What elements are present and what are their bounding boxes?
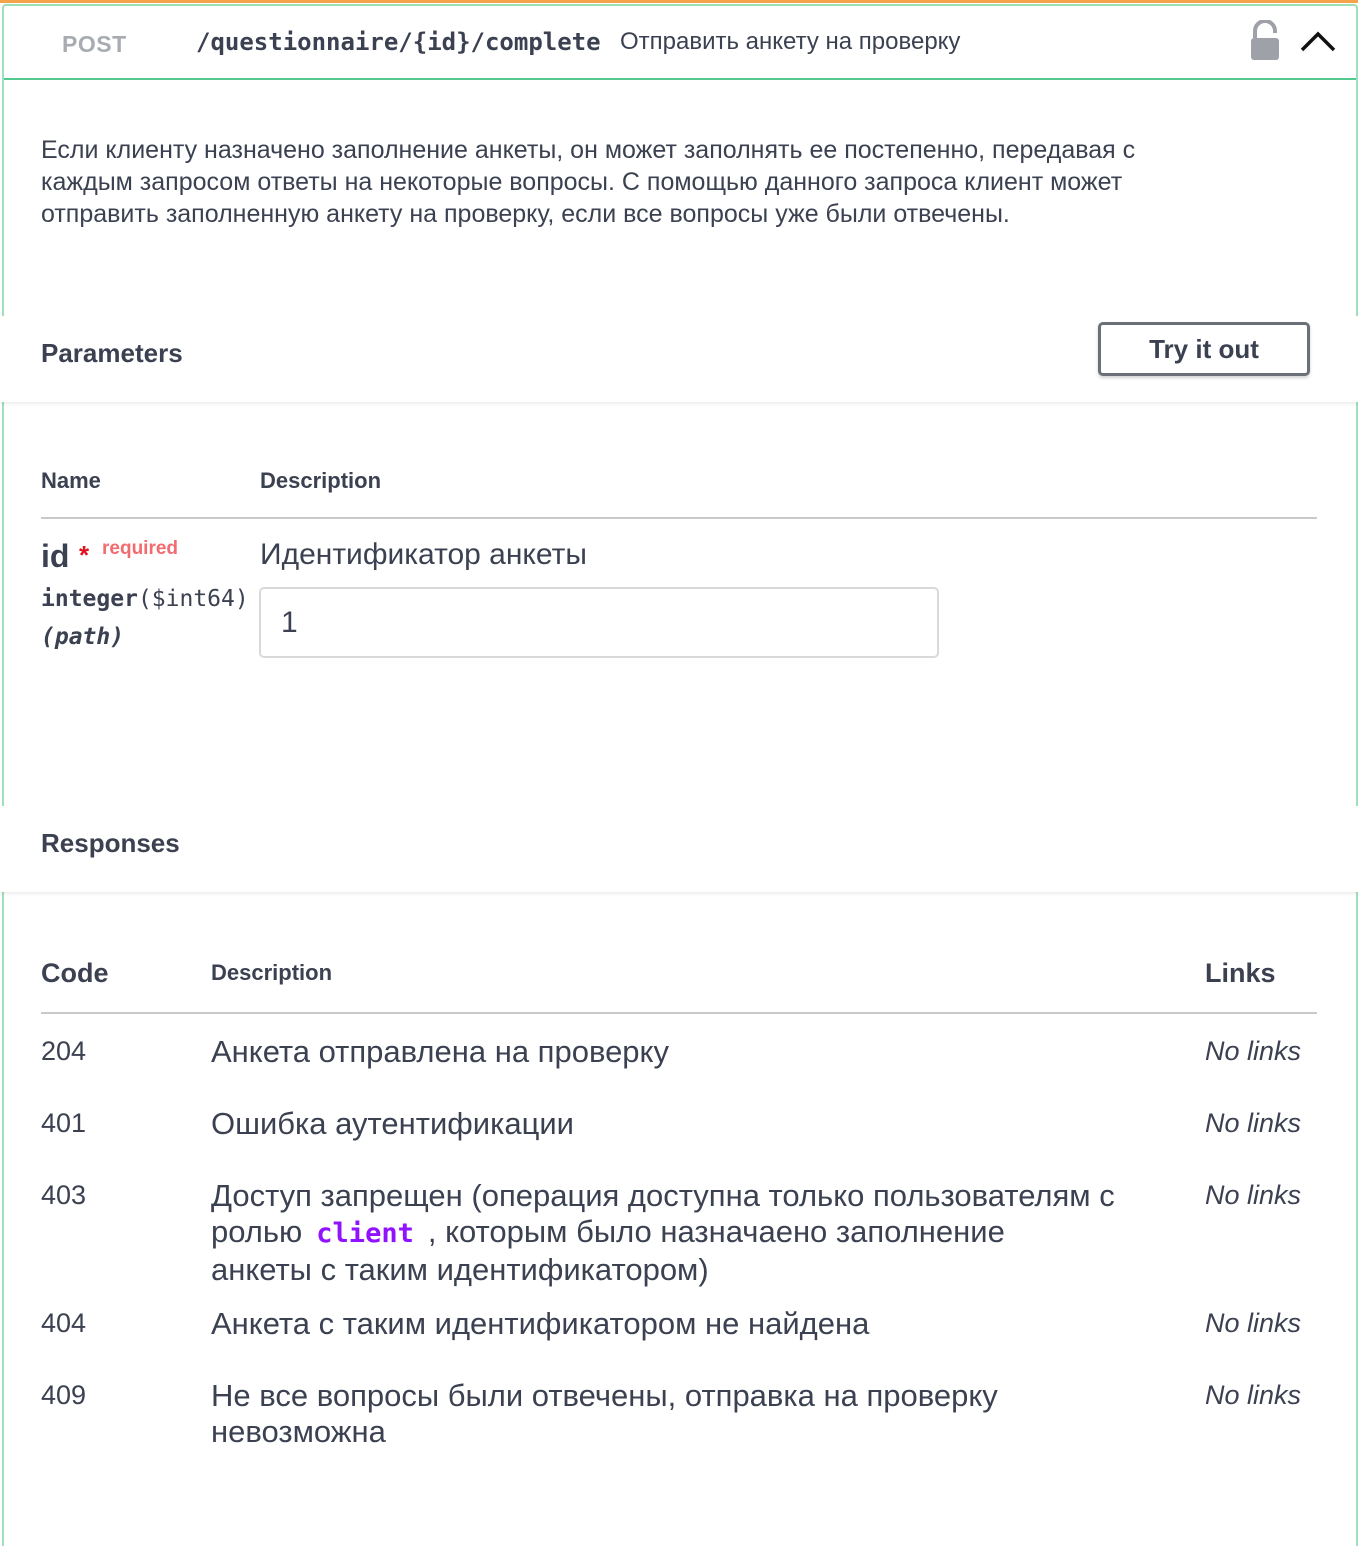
response-links: No links xyxy=(1205,1380,1302,1410)
response-links: No links xyxy=(1205,1180,1302,1210)
response-description: Не все вопросы были отвечены, отправка н… xyxy=(211,1378,1171,1450)
response-description: Ошибка аутентификации xyxy=(211,1106,574,1141)
response-code: 403 xyxy=(41,1180,87,1210)
param-col-description: Description xyxy=(260,468,382,493)
response-description-line: Доступ запрещен (операция доступна тольк… xyxy=(211,1178,1115,1213)
operation-description: Если клиенту назначено заполнение анкеты… xyxy=(41,134,1301,230)
response-code: 204 xyxy=(41,1036,87,1066)
required-star: * xyxy=(79,540,90,570)
responses-title: Responses xyxy=(41,828,180,858)
response-description-text: , которым было назначаено заполнение xyxy=(427,1214,1005,1249)
id-input[interactable] xyxy=(259,587,939,658)
resp-header-divider xyxy=(41,1012,1317,1014)
operation-summary[interactable]: POST /questionnaire/{id}/complete Отправ… xyxy=(4,6,1356,80)
top-accent-line xyxy=(0,0,1358,3)
http-method: POST xyxy=(62,31,127,57)
response-code: 409 xyxy=(41,1380,87,1410)
endpoint-path: /questionnaire/{id}/complete xyxy=(196,28,601,56)
description-line: отправить заполненную анкету на проверку… xyxy=(41,200,1010,228)
description-line: Если клиенту назначено заполнение анкеты… xyxy=(41,136,1136,164)
chevron-up-icon[interactable] xyxy=(1298,26,1338,56)
operation-summary-text: Отправить анкету на проверку xyxy=(620,28,961,55)
param-description: Идентификатор анкеты xyxy=(260,538,587,571)
param-name: id xyxy=(41,538,70,574)
param-location: (path) xyxy=(41,624,125,650)
resp-col-code: Code xyxy=(41,958,109,988)
param-format: ($int64) xyxy=(137,586,249,612)
response-description-line: анкеты с таким идентификатором) xyxy=(211,1252,709,1287)
response-description: Анкета отправлена на проверку xyxy=(211,1034,669,1069)
lock-icon[interactable] xyxy=(1248,20,1282,62)
required-label: required xyxy=(102,538,179,559)
resp-col-links: Links xyxy=(1205,958,1276,988)
role-code: client xyxy=(316,1218,414,1249)
response-links: No links xyxy=(1205,1108,1302,1138)
responses-header: Responses xyxy=(0,806,1358,892)
try-it-out-button[interactable]: Try it out xyxy=(1098,322,1310,376)
response-links: No links xyxy=(1205,1036,1302,1066)
response-description: Анкета с таким идентификатором не найден… xyxy=(211,1306,870,1341)
param-col-name: Name xyxy=(41,468,101,493)
response-description-line: ролью client , которым было назначаено зап… xyxy=(211,1214,1171,1252)
response-description-line: Не все вопросы были отвечены, отправка н… xyxy=(211,1378,998,1413)
response-description-line: невозможна xyxy=(211,1414,386,1449)
response-code: 401 xyxy=(41,1108,87,1138)
response-description-text: ролью xyxy=(211,1214,303,1249)
param-type-name: integer xyxy=(41,586,138,612)
parameters-title: Parameters xyxy=(41,338,183,368)
resp-col-description: Description xyxy=(211,960,333,985)
param-type: integer($int64) xyxy=(41,586,249,612)
response-code: 404 xyxy=(41,1308,87,1338)
param-header-divider xyxy=(41,517,1317,519)
response-description: Доступ запрещен (операция доступна тольк… xyxy=(211,1178,1171,1288)
response-links: No links xyxy=(1205,1308,1302,1338)
description-line: каждым запросом ответы на некоторые вопр… xyxy=(41,168,1123,196)
